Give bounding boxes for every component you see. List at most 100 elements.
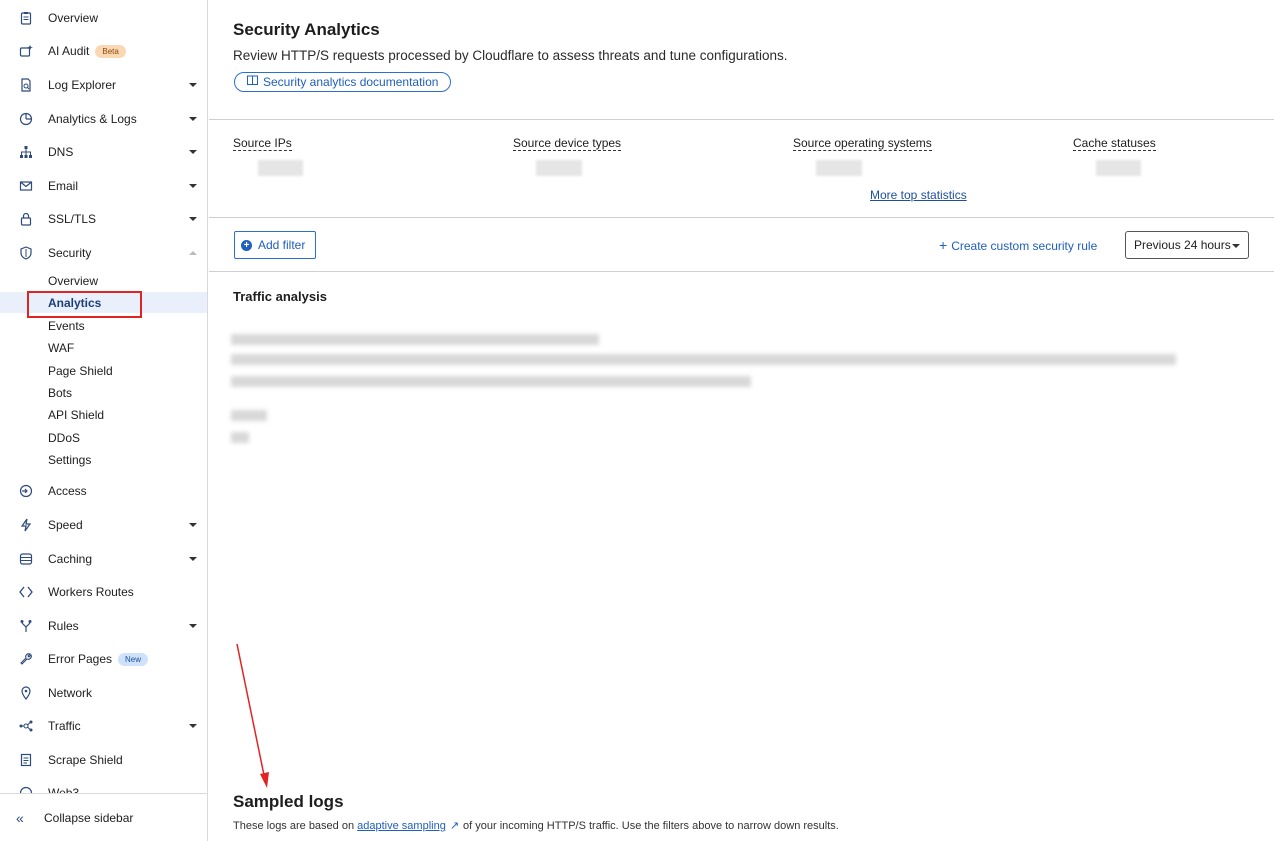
sidebar-item-access[interactable]: Access [0,478,207,504]
adaptive-sampling-link[interactable]: adaptive sampling [357,820,446,832]
collapse-sidebar-label: Collapse sidebar [44,810,134,825]
sidebar-item-network[interactable]: Network [0,680,207,706]
sidebar-subitem-settings[interactable]: Settings [0,449,207,470]
sidebar-item-label: Email [48,179,79,193]
analytics-icon [18,111,34,127]
sidebar-item-speed[interactable]: Speed [0,512,207,538]
sidebar-item-label: Traffic [48,719,81,733]
dns-icon [18,144,34,160]
sidebar-item-label: SSL/TLS [48,212,97,226]
document-icon [18,752,34,768]
sidebar-subitem-waf[interactable]: WAF [0,337,207,358]
main-content: Security Analytics Review HTTP/S request… [209,0,1274,841]
sidebar-item-analytics-logs[interactable]: Analytics & Logs [0,106,207,132]
redacted-value [536,160,582,176]
sidebar-subitem-page-shield[interactable]: Page Shield [0,360,207,381]
book-icon [247,75,258,89]
sidebar-item-label: Analytics & Logs [48,112,137,126]
documentation-link-label: Security analytics documentation [263,75,439,89]
stat-cache-statuses[interactable]: Cache statuses [1073,136,1156,151]
stat-source-device-types[interactable]: Source device types [513,136,622,151]
stat-source-ips[interactable]: Source IPs [233,136,292,151]
sidebar-item-label: Speed [48,518,83,532]
time-range-select[interactable]: Previous 24 hours [1125,231,1249,259]
sidebar-subitem-events[interactable]: Events [0,315,207,336]
sidebar-item-ai-audit[interactable]: AI Audit Beta [0,38,207,64]
sidebar-item-caching[interactable]: Caching [0,546,207,572]
sidebar-subitem-bots[interactable]: Bots [0,382,207,403]
double-chevron-left-icon: « [16,809,24,826]
wrench-icon [18,651,34,667]
ai-audit-icon [18,43,34,59]
chevron-down-icon [189,523,197,527]
chevron-down-icon [189,624,197,628]
add-filter-label: Add filter [258,238,306,252]
sidebar-item-ssl-tls[interactable]: SSL/TLS [0,206,207,232]
sidebar-subitem-label: Overview [48,273,99,288]
sidebar-item-label: Network [48,686,93,700]
sidebar-item-email[interactable]: Email [0,173,207,199]
redacted-line [231,410,267,421]
sidebar-item-label: AI Audit [48,43,90,58]
sidebar-item-workers-routes[interactable]: Workers Routes [0,579,207,605]
sidebar-item-traffic[interactable]: Traffic [0,713,207,739]
workers-icon [18,584,34,600]
redacted-value [258,160,303,176]
more-top-statistics-link[interactable]: More top statistics [870,188,967,202]
plus-circle-icon: + [241,239,252,251]
sidebar-subitem-analytics[interactable]: Analytics [0,292,207,313]
sidebar-subitem-label: Events [48,318,85,333]
access-icon [18,483,34,499]
chevron-down-icon [189,724,197,728]
page-description: Review HTTP/S requests processed by Clou… [233,48,788,63]
sidebar-item-label: Error Pages [48,651,113,666]
sidebar-item-label: Access [48,484,87,498]
collapse-sidebar-button[interactable]: « Collapse sidebar [0,793,207,841]
sidebar-item-scrape-shield[interactable]: Scrape Shield [0,747,207,773]
stat-source-operating-systems[interactable]: Source operating systems [793,136,932,151]
sidebar-subitem-label: API Shield [48,407,105,422]
add-filter-button[interactable]: + Add filter [234,231,316,259]
sidebar-subitem-api-shield[interactable]: API Shield [0,404,207,425]
sidebar: Overview AI Audit Beta Log Explorer Analy… [0,0,208,841]
annotation-arrow-icon [236,643,269,788]
sidebar-item-rules[interactable]: Rules [0,613,207,639]
sidebar-subitem-overview[interactable]: Overview [0,270,207,291]
sidebar-item-label: Overview [48,11,99,25]
lightning-icon [18,517,34,533]
sidebar-item-log-explorer[interactable]: Log Explorer [0,72,207,98]
sidebar-item-security[interactable]: Security [0,240,207,266]
sidebar-item-overview[interactable]: Overview [0,5,207,31]
sidebar-item-dns[interactable]: DNS [0,139,207,165]
time-range-value: Previous 24 hours [1134,238,1231,252]
sampled-desc-after: of your incoming HTTP/S traffic. Use the… [463,820,839,832]
new-badge: New [118,653,149,667]
sidebar-item-error-pages[interactable]: Error Pages New [0,646,207,672]
divider [209,119,1274,120]
redacted-line [231,432,249,443]
chevron-down-icon [1232,244,1240,248]
sidebar-subitem-label: Bots [48,385,73,400]
traffic-analysis-title: Traffic analysis [233,289,327,304]
chevron-up-icon [189,251,197,255]
chevron-down-icon [189,150,197,154]
sidebar-item-label: Caching [48,552,93,566]
sidebar-item-label: DNS [48,145,74,159]
documentation-link[interactable]: Security analytics documentation [234,72,452,92]
caching-icon [18,551,34,567]
sidebar-item-label: Workers Routes [48,585,134,599]
chevron-down-icon [189,217,197,221]
chevron-down-icon [189,83,197,87]
sidebar-subitem-ddos[interactable]: DDoS [0,427,207,448]
redacted-line [231,376,751,387]
redacted-line [231,354,1176,365]
sidebar-subitem-label: WAF [48,340,75,355]
sidebar-subitem-label: Page Shield [48,363,113,378]
create-custom-security-rule-button[interactable]: + Create custom security rule [939,237,1097,253]
chevron-down-icon [189,117,197,121]
clipboard-icon [18,10,34,26]
page-title: Security Analytics [233,20,380,39]
shield-icon [18,245,34,261]
plus-icon: + [939,237,948,253]
log-explorer-icon [18,77,34,93]
